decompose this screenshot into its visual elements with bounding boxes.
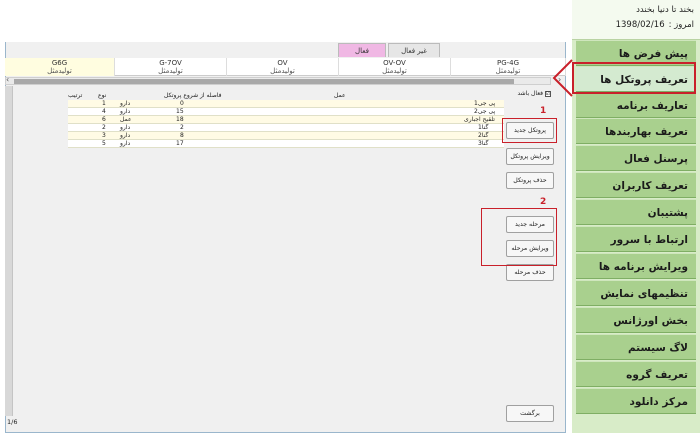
cell-type: دارو <box>120 140 131 147</box>
sidebar-header: بخند تا دنیا بخندد امروز :1398/02/16 <box>572 0 700 40</box>
sidebar-item-display-settings[interactable]: تنظیمهای نمایش <box>576 280 696 306</box>
cell-order: 3 <box>102 132 106 139</box>
page-indicator: 1/6 <box>7 418 18 426</box>
top-strip <box>5 28 566 42</box>
table-row[interactable]: 2 دارو 2 گنا1 <box>68 124 504 132</box>
sidebar-item-users[interactable]: تعریف کاربران <box>576 172 696 198</box>
sidebar-item-program-definitions[interactable]: تعاریف برنامه <box>576 92 696 118</box>
welcome-text: بخند تا دنیا بخندد <box>636 5 694 15</box>
sidebar-item-backup[interactable]: پشتیبان <box>576 199 696 225</box>
cell-action: پی جی1 <box>474 100 496 107</box>
protocol-name: PG-4G <box>496 59 520 67</box>
cell-order: 5 <box>102 140 106 147</box>
chevron-left-icon[interactable]: ‹ <box>6 75 9 84</box>
protocol-status: تولیدمثل <box>382 67 407 75</box>
cell-type: دارو <box>120 124 131 131</box>
sidebar-item-edit-programs[interactable]: ویرایش برنامه ها <box>576 253 696 279</box>
cell-distance: 8 <box>180 132 184 139</box>
protocol-list: G6G تولیدمثل G-7OV تولیدمثل OV تولیدمثل … <box>5 58 566 76</box>
callout-arrow-icon <box>552 59 573 97</box>
sidebar-item-emergency[interactable]: بخش اورژانس <box>576 307 696 333</box>
tab-active[interactable]: فعال <box>338 43 386 57</box>
protocol-name: G-7OV <box>159 59 182 67</box>
cell-action: گنا1 <box>478 124 489 131</box>
sidebar-item-system-log[interactable]: لاگ سیستم <box>576 334 696 360</box>
cell-order: 4 <box>102 108 106 115</box>
cell-action: گنا3 <box>478 140 489 147</box>
cell-order: 6 <box>102 116 106 123</box>
sidebar-item-download-center[interactable]: مرکز دانلود <box>576 388 696 414</box>
table-row[interactable]: 1 دارو 0 پی جی1 <box>68 100 504 108</box>
vertical-scrollbar[interactable] <box>5 86 13 416</box>
steps-table: ترتیب نوع فاصله از شروع پروتکل عمل 1 دار… <box>68 92 504 148</box>
cell-distance: 15 <box>176 108 184 115</box>
protocol-item[interactable]: G-7OV تولیدمثل <box>115 58 227 76</box>
edit-protocol-button[interactable]: ویرایش پروتکل <box>506 148 554 165</box>
annotation-number-2: 2 <box>540 197 547 207</box>
cell-action: تلقیح اجباری <box>464 116 495 123</box>
table-header: ترتیب نوع فاصله از شروع پروتکل عمل <box>68 92 504 100</box>
cell-distance: 2 <box>180 124 184 131</box>
back-button[interactable]: برگشت <box>506 405 554 422</box>
table-row[interactable]: 4 دارو 15 پی جی2 <box>68 108 504 116</box>
protocol-definition-screen: غیر فعال فعال G6G تولیدمثل G-7OV تولیدمث… <box>0 0 700 433</box>
sidebar-item-groups[interactable]: تعریف گروه <box>576 361 696 387</box>
protocol-item[interactable]: G6G تولیدمثل <box>5 58 115 76</box>
table-row[interactable]: 6 عمل 18 تلقیح اجباری <box>68 116 504 124</box>
cell-order: 2 <box>102 124 106 131</box>
header-distance: فاصله از شروع پروتکل <box>164 92 222 99</box>
table-row[interactable]: 3 دارو 8 گنا2 <box>68 132 504 140</box>
cell-type: دارو <box>120 108 131 115</box>
delete-protocol-button[interactable]: حذف پروتکل <box>506 172 554 189</box>
cell-action: گنا2 <box>478 132 489 139</box>
date-label: امروز : <box>668 20 694 30</box>
protocol-item[interactable]: PG-4G تولیدمثل <box>451 58 566 76</box>
sidebar-item-pens[interactable]: تعریف بهاربندها <box>576 118 696 144</box>
horizontal-scrollbar[interactable]: ‹ › <box>5 75 561 85</box>
cell-distance: 18 <box>176 116 184 123</box>
date-value: 1398/02/16 <box>615 20 665 30</box>
cell-order: 1 <box>102 100 106 107</box>
protocol-name: OV <box>277 59 288 67</box>
protocol-status: تولیدمثل <box>47 67 72 75</box>
active-checkbox[interactable]: ☑ فعال باشد <box>507 90 551 97</box>
protocol-name: OV-OV <box>383 59 406 67</box>
protocol-status: تولیدمثل <box>270 67 295 75</box>
sidebar-item-server[interactable]: ارتباط با سرور <box>576 226 696 252</box>
header-action: عمل <box>334 92 346 99</box>
cell-type: دارو <box>120 100 131 107</box>
cell-distance: 0 <box>180 100 184 107</box>
sidebar-item-active-personnel[interactable]: پرسنل فعال <box>576 145 696 171</box>
cell-action: پی جی2 <box>474 108 496 115</box>
protocol-status: تولیدمثل <box>495 67 521 75</box>
highlight-box-protocol <box>502 118 557 143</box>
cell-type: عمل <box>120 116 132 123</box>
table-row[interactable]: 5 دارو 17 گنا3 <box>68 140 504 148</box>
annotation-number-1: 1 <box>540 106 547 116</box>
highlight-box-steps <box>481 208 557 266</box>
delete-step-button[interactable]: حذف مرحله <box>506 264 554 281</box>
protocol-status: تولیدمثل <box>158 67 183 75</box>
header-order: ترتیب <box>68 92 83 99</box>
checkbox-label: فعال باشد <box>517 90 543 97</box>
protocol-name: G6G <box>51 59 68 67</box>
protocol-item[interactable]: OV تولیدمثل <box>227 58 339 76</box>
highlight-box-sidebar <box>572 62 696 94</box>
tab-inactive[interactable]: غیر فعال <box>388 43 440 57</box>
header-type: نوع <box>98 92 107 99</box>
protocol-item[interactable]: OV-OV تولیدمثل <box>339 58 451 76</box>
scrollbar-thumb[interactable] <box>14 79 514 84</box>
cell-distance: 17 <box>176 140 184 147</box>
cell-type: دارو <box>120 132 131 139</box>
